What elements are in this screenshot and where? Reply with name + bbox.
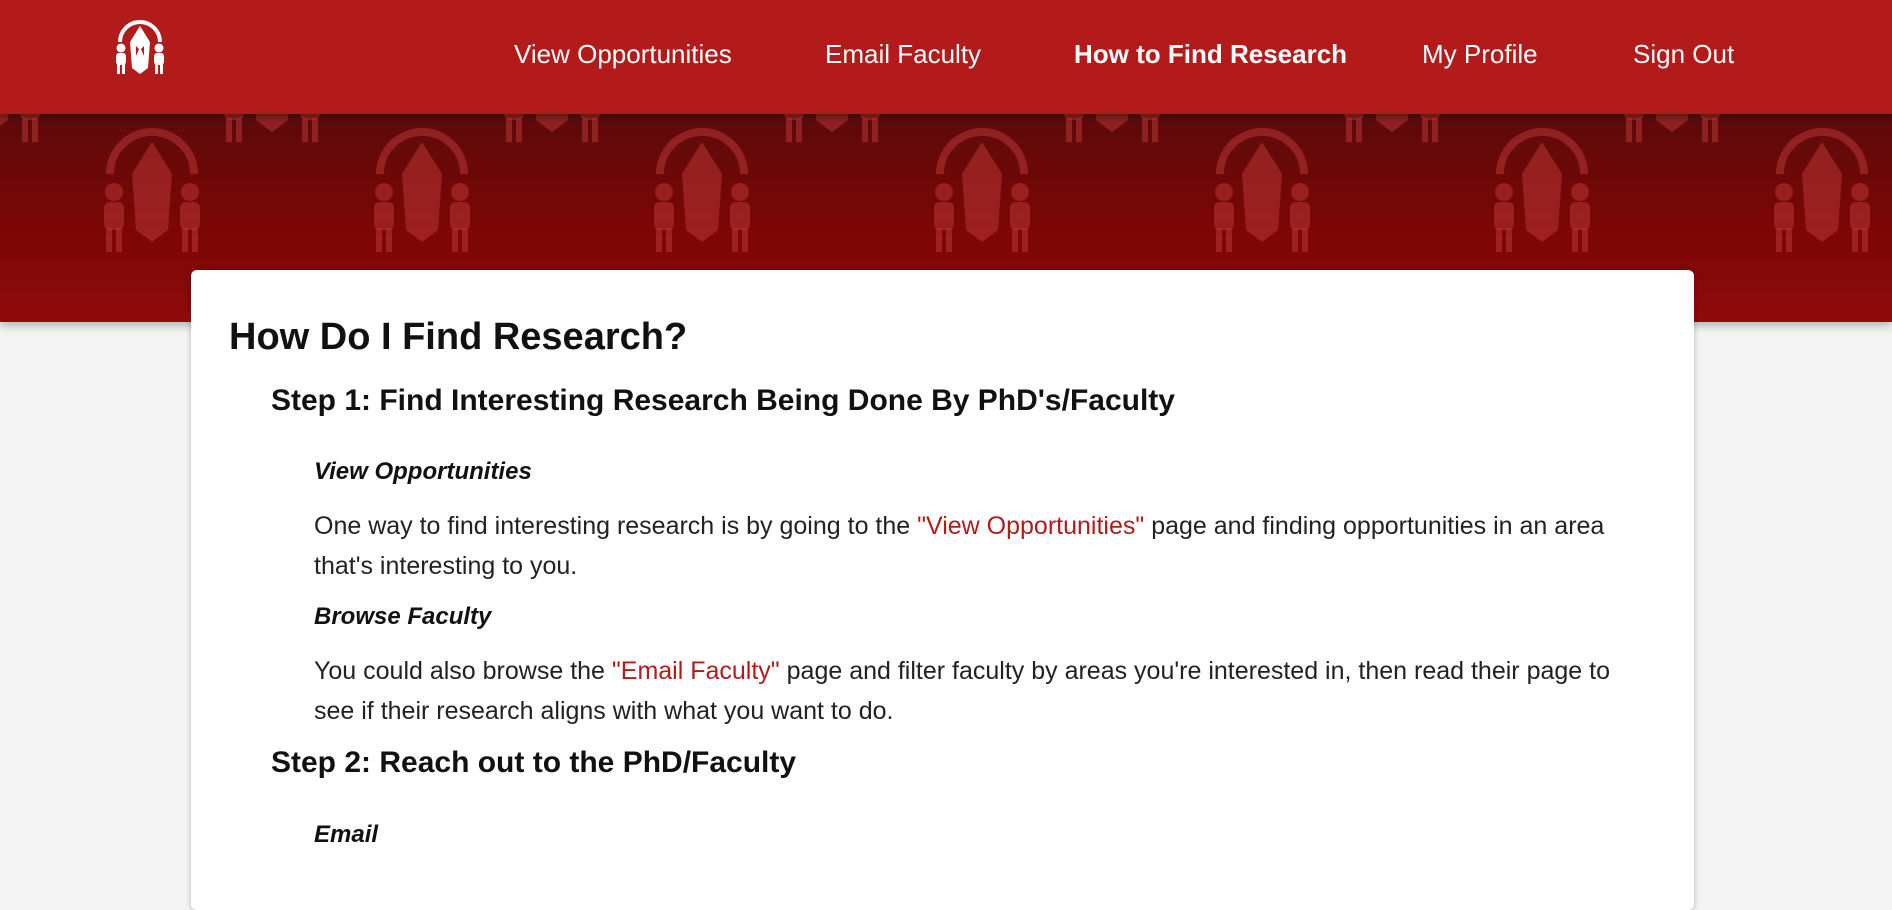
nav-view-opportunities[interactable]: View Opportunities — [514, 38, 732, 70]
view-opportunities-link[interactable]: "View Opportunities" — [917, 512, 1144, 540]
view-opportunities-heading: View Opportunities — [314, 458, 532, 485]
view-opportunities-paragraph: One way to find interesting research is … — [314, 506, 1654, 586]
step1-heading: Step 1: Find Interesting Research Being … — [271, 384, 1175, 417]
nav-how-to-find-research[interactable]: How to Find Research — [1074, 38, 1347, 70]
step2-heading: Step 2: Reach out to the PhD/Faculty — [271, 746, 797, 779]
email-heading: Email — [314, 821, 379, 848]
top-navbar: View Opportunities Email Faculty How to … — [0, 0, 1892, 114]
page-title: How Do I Find Research? — [229, 316, 688, 358]
nav-email-faculty[interactable]: Email Faculty — [825, 38, 981, 70]
browse-faculty-paragraph: You could also browse the "Email Faculty… — [314, 651, 1654, 731]
email-faculty-link[interactable]: "Email Faculty" — [612, 657, 780, 685]
nav-my-profile[interactable]: My Profile — [1422, 38, 1538, 70]
browse-faculty-heading: Browse Faculty — [314, 603, 492, 630]
lab-team-logo-icon[interactable] — [112, 18, 168, 76]
paragraph-text: You could also browse the — [314, 657, 612, 685]
content-card: How Do I Find Research? Step 1: Find Int… — [191, 270, 1694, 910]
nav-sign-out[interactable]: Sign Out — [1633, 38, 1734, 70]
paragraph-text: One way to find interesting research is … — [314, 512, 918, 540]
